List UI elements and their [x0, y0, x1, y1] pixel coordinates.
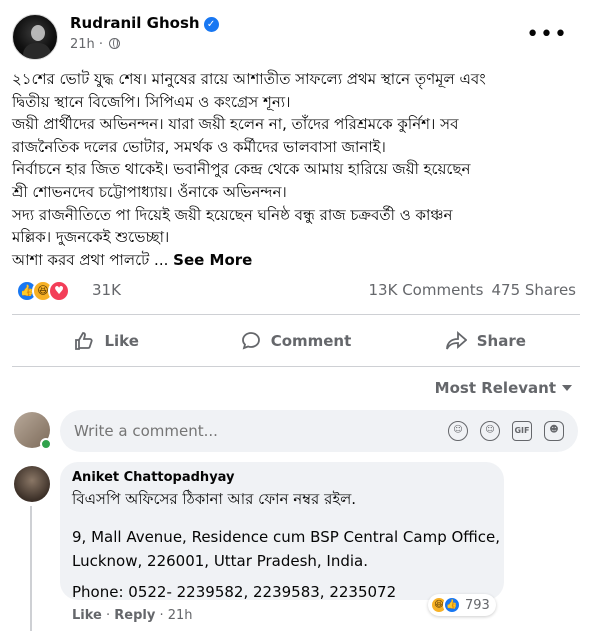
caret-down-icon [562, 385, 572, 391]
reaction-summary: 👍 😆 ♥ 31K 13K Comments 475 Shares [16, 280, 576, 304]
comment-actions: Like · Reply · 21h [72, 608, 193, 623]
divider [12, 314, 580, 315]
comment-time[interactable]: 21h [168, 608, 193, 623]
reaction-count[interactable]: 31K [92, 281, 121, 299]
comment-label: Comment [270, 332, 352, 350]
share-button[interactable]: Share [391, 322, 580, 360]
avatar-sticker-icon[interactable]: ☺ [448, 421, 468, 441]
avatar-body-shape [23, 43, 51, 59]
gif-icon[interactable]: GIF [512, 421, 532, 441]
more-options-icon[interactable]: ••• [526, 22, 568, 47]
truncated-text: আশা করব প্রথা পালটে ... [12, 250, 169, 269]
post-action-bar: Like Comment Share [12, 322, 580, 360]
comment-sort-dropdown[interactable]: Most Relevant [435, 379, 572, 397]
share-arrow-icon [445, 331, 467, 350]
composer-tools: ☺ ☺ GIF ☻ [436, 421, 564, 441]
comment-button[interactable]: Comment [201, 322, 390, 360]
comment-count[interactable]: 13K Comments [369, 281, 484, 299]
comment-reply-link[interactable]: Reply [114, 608, 155, 623]
verified-badge-icon: ✓ [203, 17, 219, 32]
engagement-counts: 13K Comments 475 Shares [369, 281, 577, 299]
like-button[interactable]: Like [12, 322, 201, 360]
post-line: নির্বাচনে হার জিত থাকেই। ভবানীপুর কেন্দ্… [12, 160, 471, 179]
post-text: ২১শের ভোট যুদ্ধ শেষ। মানুষের রায়ে আশাতী… [12, 68, 582, 271]
author-name[interactable]: Rudranil Ghosh [70, 14, 200, 32]
comment-item: Aniket Chattopadhyay বিএসপি অফিসের ঠিকান… [14, 462, 580, 632]
post-time[interactable]: 21h [70, 37, 95, 52]
comment-reactions[interactable]: 😆 👍 793 [428, 594, 496, 616]
emoji-icon[interactable]: ☺ [480, 421, 500, 441]
comment-composer: ☺ ☺ GIF ☻ [14, 410, 580, 454]
like-label: Like [104, 332, 139, 350]
online-status-dot [40, 438, 52, 450]
see-more-link[interactable]: See More [173, 251, 252, 269]
sticker-icon[interactable]: ☻ [544, 421, 564, 441]
address-line: 9, Mall Avenue, Residence cum BSP Centra… [72, 528, 501, 546]
post-line: জয়ী প্রার্থীদের অভিনন্দন। যারা জয়ী হলে… [12, 115, 459, 134]
post-line: মল্লিক। দুজনকেই শুভেচ্ছা। [12, 228, 170, 247]
post-line: রাজনৈতিক দলের ভোটার, সমর্থক ও কর্মীদের ভ… [12, 137, 386, 156]
commenter-avatar[interactable] [14, 466, 50, 502]
sort-label: Most Relevant [434, 379, 556, 397]
post-header: Rudranil Ghosh ✓ 21h · ••• [12, 8, 580, 60]
author-avatar[interactable] [12, 14, 58, 60]
divider [12, 366, 580, 367]
share-count[interactable]: 475 Shares [492, 281, 577, 299]
post-line: দ্বিতীয় স্থানে বিজেপি। সিপিএম ও কংগ্রেস… [12, 92, 291, 111]
comment-like-link[interactable]: Like [72, 608, 102, 623]
share-label: Share [476, 332, 526, 350]
comment-text: বিএসপি অফিসের ঠিকানা আর ফোন নম্বর রইল. [72, 490, 357, 508]
address-line: Lucknow, 226001, Uttar Pradesh, India. [72, 552, 369, 570]
comment-address: 9, Mall Avenue, Residence cum BSP Centra… [72, 525, 501, 573]
comment-bubble: Aniket Chattopadhyay বিএসপি অফিসের ঠিকান… [60, 462, 504, 601]
post-line: ২১শের ভোট যুদ্ধ শেষ। মানুষের রায়ে আশাতী… [12, 70, 486, 88]
post-line: শ্রী শোভনদেব চট্টোপাধ্যায়। ওঁনাকে অভিনন… [12, 182, 287, 201]
comment-reaction-count: 793 [465, 597, 490, 613]
commenter-name[interactable]: Aniket Chattopadhyay [72, 470, 492, 485]
comment-bubble-icon [241, 332, 260, 350]
author-name-row: Rudranil Ghosh ✓ [70, 14, 219, 32]
post-last-line: আশা করব প্রথা পালটে ... See More [12, 249, 582, 272]
love-reaction-icon: ♥ [48, 280, 70, 302]
post-meta: 21h · [70, 37, 121, 52]
post-line: সদ্য রাজনীতিতে পা দিয়েই জয়ী হয়েছেন ঘন… [12, 205, 453, 224]
like-reaction-icon: 👍 [443, 596, 461, 614]
globe-icon [109, 38, 121, 49]
thumbs-up-icon [75, 332, 94, 350]
avatar-face-shape [31, 25, 45, 41]
thread-line [30, 506, 32, 631]
